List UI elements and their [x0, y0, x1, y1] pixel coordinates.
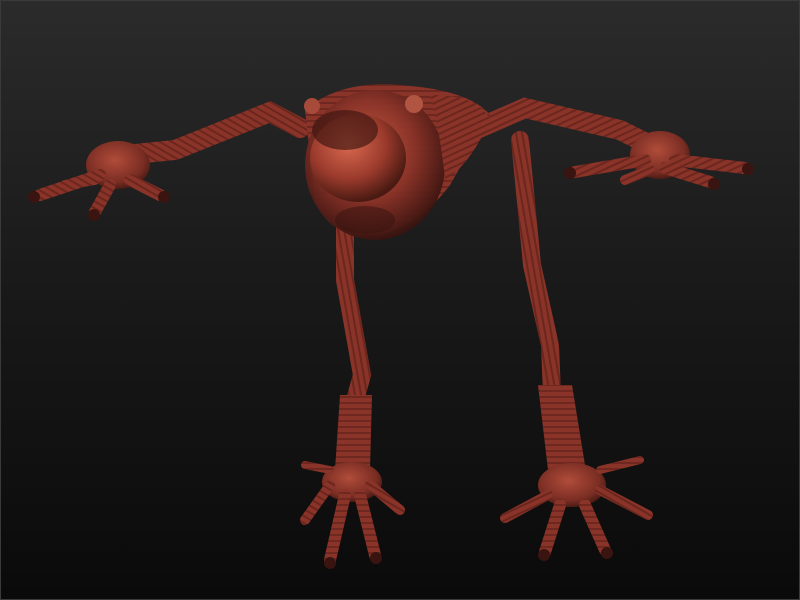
left-leg	[300, 211, 405, 569]
right-leg	[500, 131, 653, 561]
sculpted-creature-model[interactable]	[0, 0, 800, 600]
3d-viewport[interactable]	[0, 0, 800, 600]
creature-head	[304, 84, 490, 240]
left-arm	[28, 100, 310, 221]
